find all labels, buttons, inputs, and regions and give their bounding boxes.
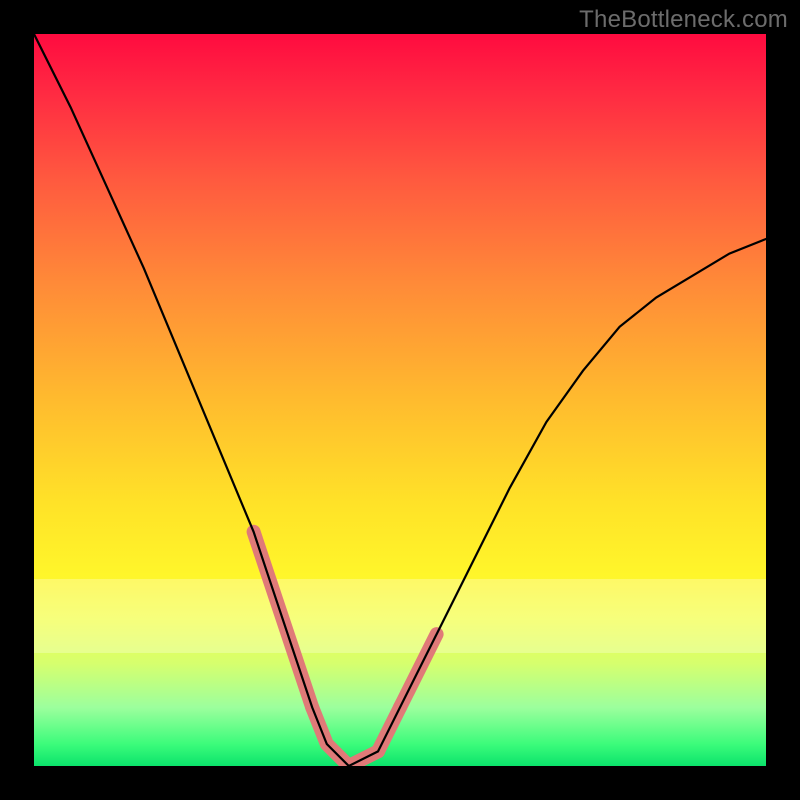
bottleneck-curve: [34, 34, 766, 766]
curve-layer: [34, 34, 766, 766]
chart-frame: TheBottleneck.com: [0, 0, 800, 800]
plot-area: [34, 34, 766, 766]
watermark-text: TheBottleneck.com: [579, 6, 788, 34]
